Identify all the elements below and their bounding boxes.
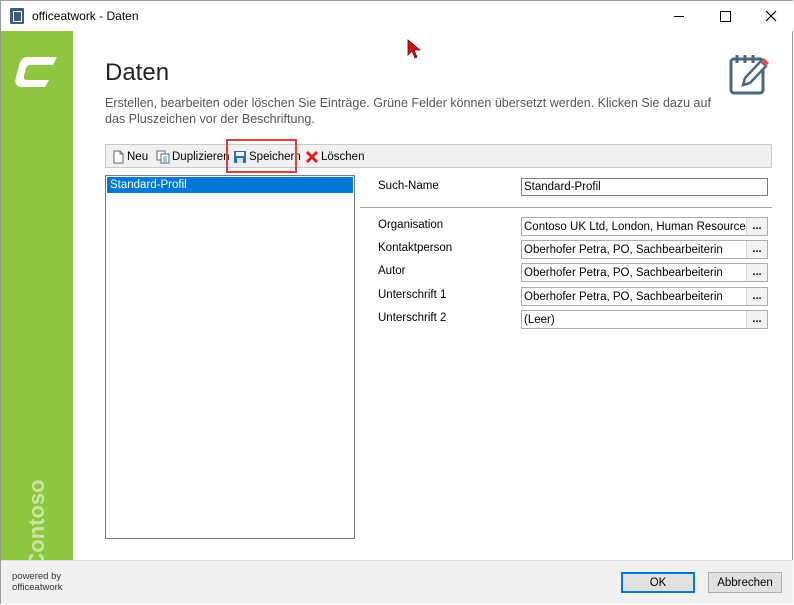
close-button[interactable]	[748, 1, 794, 31]
signature-1-value: Oberhofer Petra, PO, Sachbearbeiterin	[524, 291, 723, 303]
search-name-input[interactable]: Standard-Profil	[521, 178, 768, 196]
dialog-window: officeatwork - Daten Contoso Daten Erste…	[0, 0, 793, 604]
powered-by-label: powered by	[12, 571, 62, 582]
new-button[interactable]: Neu	[111, 147, 148, 167]
edit-document-icon	[729, 55, 769, 95]
contact-person-label: Kontaktperson	[378, 242, 453, 254]
signature-2-picker-button[interactable]: ...	[746, 311, 767, 328]
close-icon	[765, 10, 777, 22]
signature-2-field[interactable]: (Leer) ...	[521, 310, 768, 329]
duplicate-icon	[156, 150, 170, 164]
delete-label: Löschen	[321, 151, 365, 163]
ok-button[interactable]: OK	[621, 572, 695, 593]
maximize-icon	[719, 10, 731, 22]
contact-person-picker-button[interactable]: ...	[746, 241, 767, 258]
contoso-logo-icon	[15, 57, 57, 87]
organisation-value: Contoso UK Ltd, London, Human Resources	[524, 221, 752, 233]
powered-by: powered by officeatwork	[12, 571, 63, 593]
window-title: officeatwork - Daten	[32, 9, 139, 23]
list-item[interactable]: Standard-Profil	[107, 177, 353, 193]
contact-person-value: Oberhofer Petra, PO, Sachbearbeiterin	[524, 244, 723, 256]
page-title: Daten	[105, 59, 170, 86]
sidebar: Contoso	[1, 31, 73, 569]
powered-by-name: officeatwork	[12, 582, 63, 593]
author-value: Oberhofer Petra, PO, Sachbearbeiterin	[524, 267, 723, 279]
organisation-field[interactable]: Contoso UK Ltd, London, Human Resources …	[521, 217, 768, 236]
app-icon	[10, 8, 24, 24]
author-field[interactable]: Oberhofer Petra, PO, Sachbearbeiterin ..…	[521, 263, 768, 282]
save-highlight-box	[226, 139, 297, 173]
author-picker-button[interactable]: ...	[746, 264, 767, 281]
signature-1-field[interactable]: Oberhofer Petra, PO, Sachbearbeiterin ..…	[521, 287, 768, 306]
duplicate-label: Duplizieren	[172, 151, 230, 163]
duplicate-button[interactable]: Duplizieren	[156, 147, 230, 167]
delete-button[interactable]: Löschen	[305, 147, 364, 167]
delete-icon	[305, 150, 319, 164]
contact-person-field[interactable]: Oberhofer Petra, PO, Sachbearbeiterin ..…	[521, 240, 768, 259]
divider	[360, 207, 772, 208]
signature-1-picker-button[interactable]: ...	[746, 288, 767, 305]
new-document-icon	[113, 150, 124, 164]
signature-2-label: Unterschrift 2	[378, 312, 447, 324]
author-label: Autor	[378, 265, 406, 277]
signature-1-label: Unterschrift 1	[378, 289, 447, 301]
brand-text: Contoso	[24, 479, 49, 569]
organisation-label: Organisation	[378, 219, 444, 231]
signature-2-value: (Leer)	[524, 314, 555, 326]
mouse-cursor-icon	[407, 39, 421, 59]
toolbar: Neu Duplizieren Speichern Löschen	[105, 144, 772, 168]
organisation-picker-button[interactable]: ...	[746, 218, 767, 235]
profile-list[interactable]: Standard-Profil	[105, 175, 355, 539]
cancel-button[interactable]: Abbrechen	[708, 572, 782, 593]
title-bar[interactable]: officeatwork - Daten	[1, 1, 793, 31]
search-name-label: Such-Name	[378, 180, 439, 192]
maximize-button[interactable]	[702, 1, 748, 31]
new-label: Neu	[127, 151, 149, 163]
page-description: Erstellen, bearbeiten oder löschen Sie E…	[105, 96, 711, 126]
minimize-icon	[674, 15, 684, 17]
minimize-button[interactable]	[656, 1, 702, 31]
